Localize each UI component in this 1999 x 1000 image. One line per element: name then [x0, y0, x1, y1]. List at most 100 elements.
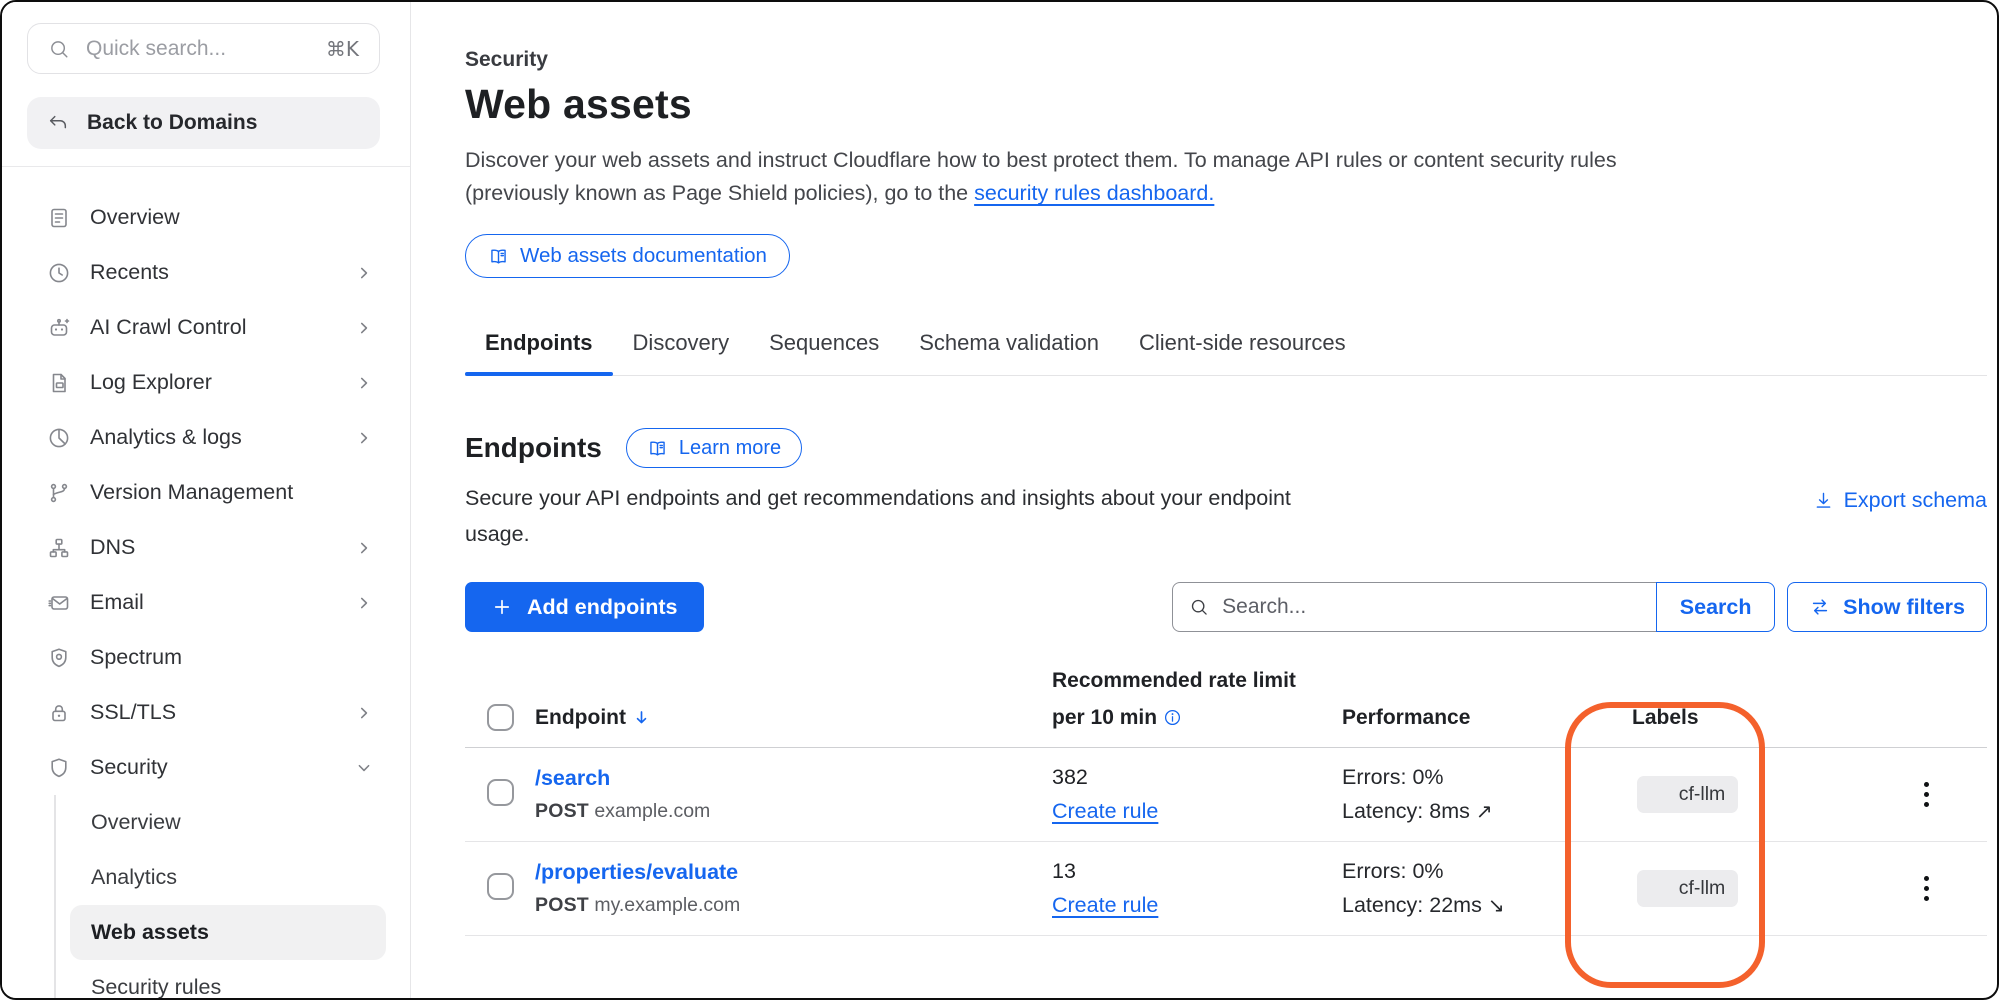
swap-arrows-icon [1809, 596, 1831, 618]
sidebar-item-security[interactable]: Security [2, 740, 410, 795]
row-checkbox[interactable] [487, 779, 514, 806]
select-all-checkbox[interactable] [487, 704, 514, 731]
lock-icon [47, 701, 71, 725]
chevron-right-icon [354, 373, 374, 393]
sidebar-item-label: Log Explorer [90, 370, 212, 395]
sidebar-item-dns[interactable]: DNS [2, 520, 410, 575]
create-rule-link[interactable]: Create rule [1052, 893, 1158, 918]
sidebar-item-ssl-tls[interactable]: SSL/TLS [2, 685, 410, 740]
chevron-right-icon [354, 538, 374, 558]
endpoint-path-link[interactable]: /search [535, 766, 1052, 791]
endpoints-search-input[interactable]: Search... [1172, 582, 1657, 632]
doc-button-label: Web assets documentation [520, 244, 767, 268]
row-menu-button[interactable] [1918, 870, 1935, 907]
column-header-performance: Performance [1342, 699, 1595, 736]
sort-descending-icon [632, 702, 651, 721]
sidebar-item-label: Recents [90, 260, 169, 285]
sidebar-subitem-analytics[interactable]: Analytics [70, 850, 386, 905]
sidebar-item-log-explorer[interactable]: Log Explorer [2, 355, 410, 410]
sidebar-item-version-management[interactable]: Version Management [2, 465, 410, 520]
plus-icon [492, 597, 512, 617]
errors-value: Errors: 0% [1342, 765, 1595, 790]
tab-endpoints[interactable]: Endpoints [465, 316, 613, 375]
sidebar-item-label: Security [90, 755, 168, 780]
back-arrow-icon [47, 112, 69, 134]
tab-client-side-resources[interactable]: Client-side resources [1119, 316, 1366, 375]
sidebar-item-overview[interactable]: Overview [2, 190, 410, 245]
row-checkbox[interactable] [487, 873, 514, 900]
sidebar-item-label: Analytics & logs [90, 425, 242, 450]
add-endpoints-button[interactable]: Add endpoints [465, 582, 704, 632]
export-schema-label: Export schema [1844, 488, 1987, 513]
learn-more-button[interactable]: Learn more [626, 428, 802, 468]
download-icon [1813, 490, 1834, 511]
sidebar-item-label: AI Crawl Control [90, 315, 247, 340]
sidebar-item-spectrum[interactable]: Spectrum [2, 630, 410, 685]
chevron-right-icon [354, 263, 374, 283]
tab-bar: EndpointsDiscoverySequencesSchema valida… [465, 316, 1987, 376]
errors-value: Errors: 0% [1342, 859, 1595, 884]
tab-discovery[interactable]: Discovery [613, 316, 750, 375]
quick-search-input[interactable]: Quick search... ⌘K [27, 23, 380, 74]
sidebar-subitem-security-rules[interactable]: Security rules [70, 960, 386, 1000]
sidebar-subitem-label: Security rules [91, 975, 221, 1000]
show-filters-button[interactable]: Show filters [1787, 582, 1987, 632]
envelope-icon [47, 591, 71, 615]
sidebar-item-label: Version Management [90, 480, 293, 505]
row-menu-button[interactable] [1918, 776, 1935, 813]
security-subnav: Overview Analytics Web assets Security r… [54, 795, 410, 1000]
back-to-domains-button[interactable]: Back to Domains [27, 97, 380, 149]
cloud-icon [1650, 878, 1671, 899]
column-header-endpoint[interactable]: Endpoint [535, 699, 1052, 736]
sidebar-nav: Overview Recents AI Crawl Control Log Ex… [2, 190, 410, 1000]
search-button[interactable]: Search [1656, 582, 1775, 632]
tab-schema-validation[interactable]: Schema validation [899, 316, 1119, 375]
latency-value: Latency: 22ms [1342, 893, 1482, 917]
sidebar: Quick search... ⌘K Back to Domains Overv… [2, 2, 411, 998]
quick-search-placeholder: Quick search... [86, 37, 226, 61]
export-schema-link[interactable]: Export schema [1813, 488, 1987, 513]
sidebar-item-ai-crawl-control[interactable]: AI Crawl Control [2, 300, 410, 355]
chevron-right-icon [354, 428, 374, 448]
web-assets-documentation-button[interactable]: Web assets documentation [465, 234, 790, 278]
table-row: /properties/evaluate POST my.example.com… [465, 842, 1987, 936]
sidebar-item-label: DNS [90, 535, 135, 560]
chevron-right-icon [354, 318, 374, 338]
sidebar-subitem-label: Web assets [91, 920, 209, 945]
tab-sequences[interactable]: Sequences [749, 316, 899, 375]
table-row: /search POST example.com 382 Create rule… [465, 748, 1987, 842]
label-badge-text: cf-llm [1679, 877, 1726, 900]
rate-limit-value: 13 [1052, 859, 1342, 884]
sidebar-item-label: Overview [90, 205, 180, 230]
endpoints-description: Secure your API endpoints and get recomm… [465, 480, 1291, 552]
sidebar-item-label: SSL/TLS [90, 700, 176, 725]
sidebar-item-email[interactable]: Email [2, 575, 410, 630]
book-icon [647, 438, 668, 459]
back-to-domains-label: Back to Domains [87, 111, 257, 135]
sidebar-item-analytics-logs[interactable]: Analytics & logs [2, 410, 410, 465]
main-content: Security Web assets Discover your web as… [465, 2, 1987, 936]
create-rule-link[interactable]: Create rule [1052, 799, 1158, 824]
cloud-icon [1650, 784, 1671, 805]
label-badge-text: cf-llm [1679, 783, 1726, 806]
shield-gear-icon [47, 646, 71, 670]
endpoints-heading: Endpoints [465, 432, 602, 464]
table-header-row: Endpoint Recommended rate limit per 10 m… [465, 662, 1987, 748]
shield-icon [47, 756, 71, 780]
column-header-rate-limit: Recommended rate limit per 10 min [1052, 662, 1342, 736]
chevron-right-icon [354, 703, 374, 723]
chevron-down-icon [354, 758, 374, 778]
clock-icon [47, 261, 71, 285]
sidebar-item-recents[interactable]: Recents [2, 245, 410, 300]
endpoint-path-link[interactable]: /properties/evaluate [535, 860, 1052, 885]
security-rules-dashboard-link[interactable]: security rules dashboard. [974, 181, 1214, 205]
book-icon [488, 246, 509, 267]
column-header-labels: Labels [1595, 699, 1780, 736]
info-icon[interactable] [1163, 702, 1182, 721]
sidebar-subitem-web-assets[interactable]: Web assets [70, 905, 386, 960]
sidebar-subitem-label: Analytics [91, 865, 177, 890]
chevron-right-icon [354, 593, 374, 613]
sidebar-subitem-label: Overview [91, 810, 181, 835]
endpoints-table: Endpoint Recommended rate limit per 10 m… [465, 662, 1987, 936]
sidebar-subitem-overview[interactable]: Overview [70, 795, 386, 850]
